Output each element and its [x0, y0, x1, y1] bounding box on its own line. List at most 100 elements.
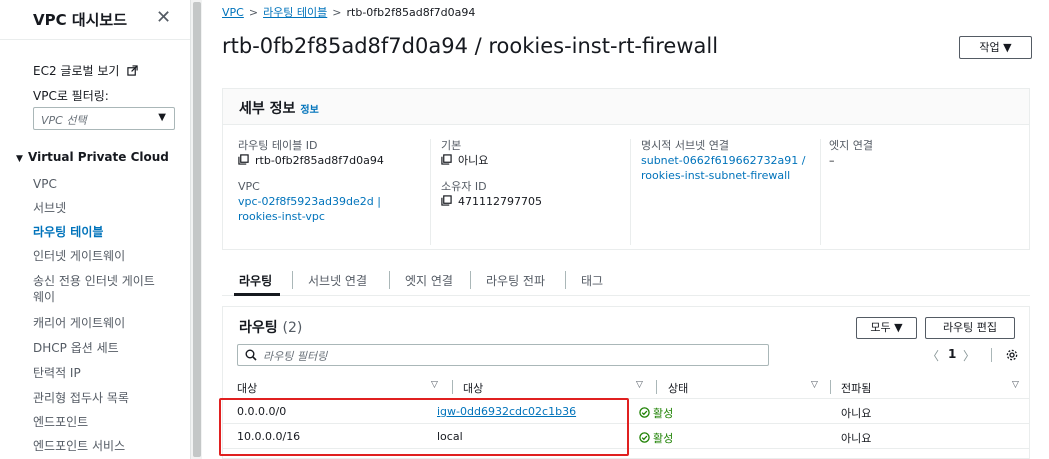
route-status-text: 활성 [653, 407, 674, 420]
filter-all-dropdown[interactable]: 모두 ▼ [856, 317, 917, 339]
owner-id-label: 소유자 ID [441, 180, 487, 193]
details-panel: 세부 정보 정보 라우팅 테이블 ID rtb-0fb2f85ad8f7d0a94… [222, 88, 1030, 250]
routes-count: (2) [282, 320, 303, 336]
edge-association-label: 엣지 연결 [829, 139, 873, 152]
breadcrumb-route-tables[interactable]: 라우팅 테이블 [263, 6, 327, 19]
sidebar-scrollbar[interactable] [190, 0, 202, 459]
details-column-3: 명시적 서브넷 연결 subnet-0662f619662732a91 / ro… [641, 139, 831, 183]
sidebar: VPC 대시보드 ✕ EC2 글로벌 보기 VPC로 필터링: VPC 선택 ▼… [0, 0, 190, 459]
column-divider [656, 380, 657, 394]
sidebar-item-carrier-gateways[interactable]: 캐리어 게이트웨이 [33, 315, 125, 331]
routes-search-input[interactable]: 라우팅 필터링 [237, 344, 769, 366]
breadcrumb-separator: > [332, 6, 342, 19]
sidebar-item-endpoint-services[interactable]: 엔드포인트 서비스 [33, 438, 125, 454]
sidebar-item-endpoints[interactable]: 엔드포인트 [33, 414, 88, 430]
details-divider [630, 139, 631, 245]
column-destination: 대상 [237, 382, 258, 395]
vpc-filter-select[interactable]: VPC 선택 ▼ [33, 107, 175, 130]
copy-icon[interactable] [441, 195, 452, 206]
vpc-link-line1[interactable]: vpc-02f8f5923ad39de2d | [238, 194, 433, 209]
explicit-subnet-link-line1[interactable]: subnet-0662f619662732a91 / [641, 153, 831, 168]
caret-down-icon: ▼ [158, 112, 166, 123]
route-target-link[interactable]: igw-0dd6932cdc02c1b36 [437, 405, 576, 418]
sort-icon[interactable]: ▽ [1012, 380, 1019, 390]
sidebar-header: VPC 대시보드 ✕ [0, 0, 190, 40]
expand-triangle-icon: ▼ [16, 154, 23, 164]
sidebar-item-prefix-lists[interactable]: 관리형 접두사 목록 [33, 390, 129, 406]
search-icon [245, 349, 257, 361]
sidebar-section-vpc[interactable]: ▼ Virtual Private Cloud [16, 150, 169, 164]
column-target: 대상 [463, 382, 484, 395]
route-table-id-value: rtb-0fb2f85ad8f7d0a94 [238, 153, 433, 168]
route-status: 활성 [639, 430, 673, 446]
details-column-4: 엣지 연결 – [829, 139, 1009, 168]
vpc-filter-label: VPC로 필터링: [33, 89, 109, 103]
column-propagated: 전파됨 [841, 382, 872, 395]
tab-tags[interactable]: 태그 [581, 272, 603, 289]
edit-routes-button[interactable]: 라우팅 편집 [925, 317, 1015, 339]
external-link-icon [127, 65, 138, 76]
copy-icon[interactable] [441, 154, 452, 165]
sidebar-item-dhcp-options[interactable]: DHCP 옵션 세트 [33, 340, 119, 356]
sidebar-item-elastic-ip[interactable]: 탄력적 IP [33, 365, 81, 381]
routes-title-text: 라우팅 [239, 320, 278, 336]
info-link[interactable]: 정보 [300, 105, 318, 116]
main-value: 아니요 [441, 153, 636, 168]
table-row[interactable]: 10.0.0.0/16 local 활성 아니요 [223, 425, 1029, 449]
owner-id-text: 471112797705 [458, 195, 542, 208]
prev-page-icon[interactable]: 〈 [927, 347, 939, 364]
sidebar-item-vpc[interactable]: VPC [33, 176, 57, 192]
status-success-icon [639, 407, 650, 418]
route-destination: 0.0.0.0/0 [237, 405, 287, 418]
tab-separator [565, 271, 566, 289]
close-icon[interactable]: ✕ [156, 7, 171, 28]
gear-icon[interactable] [1005, 348, 1019, 362]
active-tab-indicator [234, 293, 280, 296]
actions-button[interactable]: 작업 ▼ [959, 36, 1032, 59]
copy-icon[interactable] [238, 154, 249, 165]
sidebar-item-egress-only-igw[interactable]: 송신 전용 인터넷 게이트 [33, 273, 155, 289]
main-content: VPC > 라우팅 테이블 > rtb-0fb2f85ad8f7d0a94 rtb-0f… [202, 0, 1049, 459]
next-page-icon[interactable]: 〉 [963, 347, 975, 364]
sort-icon[interactable]: ▽ [811, 380, 818, 390]
explicit-subnet-link-line2[interactable]: rookies-inst-subnet-firewall [641, 168, 831, 183]
sidebar-item-route-tables[interactable]: 라우팅 테이블 [33, 224, 103, 240]
sidebar-scrollbar-thumb[interactable] [193, 2, 201, 457]
sort-icon[interactable]: ▽ [636, 380, 643, 390]
tab-route-propagation[interactable]: 라우팅 전파 [486, 272, 545, 289]
owner-id-value: 471112797705 [441, 194, 636, 209]
routes-panel: 라우팅 (2) 모두 ▼ 라우팅 편집 라우팅 필터링 〈 1 〉 대상 ▽ 대… [222, 306, 1030, 459]
sort-icon[interactable]: ▽ [431, 380, 438, 390]
sidebar-section-label: Virtual Private Cloud [28, 150, 169, 164]
breadcrumb: VPC > 라우팅 테이블 > rtb-0fb2f85ad8f7d0a94 [222, 4, 475, 20]
route-table-id-label: 라우팅 테이블 ID [238, 139, 318, 152]
details-title-text: 세부 정보 [239, 101, 296, 117]
sidebar-item-subnets[interactable]: 서브넷 [33, 200, 66, 216]
pager-divider [991, 348, 992, 362]
tab-bar: 라우팅 서브넷 연결 엣지 연결 라우팅 전파 태그 [222, 266, 1030, 296]
breadcrumb-vpc[interactable]: VPC [222, 6, 244, 19]
details-column-2: 기본 아니요 소유자 ID 471112797705 [441, 139, 636, 209]
breadcrumb-current: rtb-0fb2f85ad8f7d0a94 [346, 6, 476, 19]
status-success-icon [639, 432, 650, 443]
route-status-text: 활성 [653, 432, 674, 445]
sidebar-item-internet-gateways[interactable]: 인터넷 게이트웨이 [33, 248, 125, 264]
table-row[interactable]: 0.0.0.0/0 igw-0dd6932cdc02c1b36 활성 아니요 [223, 400, 1029, 424]
column-status: 상태 [668, 382, 689, 395]
ec2-global-view-label: EC2 글로벌 보기 [33, 64, 120, 78]
vpc-filter-placeholder: VPC 선택 [41, 114, 87, 127]
edge-association-value: – [829, 154, 835, 167]
tab-routes[interactable]: 라우팅 [239, 272, 272, 289]
route-target: local [437, 430, 463, 443]
column-divider [452, 380, 453, 394]
details-column-1: 라우팅 테이블 ID rtb-0fb2f85ad8f7d0a94 VPC vpc… [238, 139, 433, 224]
tab-subnet-associations[interactable]: 서브넷 연결 [308, 272, 367, 289]
sidebar-item-egress-only-igw-cont[interactable]: 웨이 [33, 289, 55, 305]
vpc-link-line2[interactable]: rookies-inst-vpc [238, 209, 433, 224]
current-page[interactable]: 1 [948, 347, 956, 361]
ec2-global-view-link[interactable]: EC2 글로벌 보기 [33, 62, 138, 79]
tab-edge-associations[interactable]: 엣지 연결 [405, 272, 453, 289]
tab-separator [389, 271, 390, 289]
route-propagated: 아니요 [841, 432, 872, 445]
route-table-id-text: rtb-0fb2f85ad8f7d0a94 [255, 154, 384, 167]
